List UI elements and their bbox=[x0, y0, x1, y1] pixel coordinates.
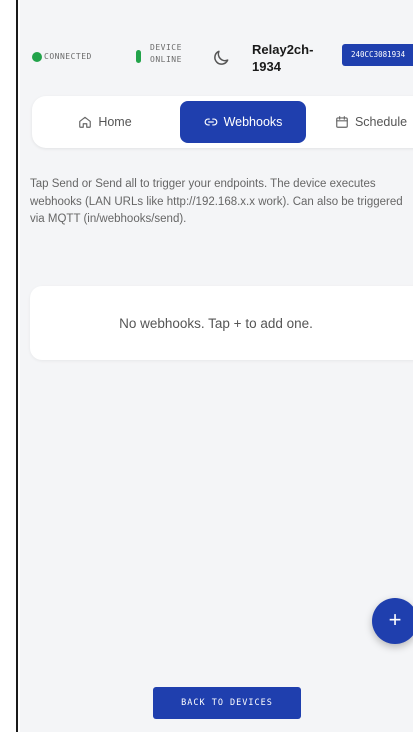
add-webhook-button[interactable]: + bbox=[372, 598, 413, 644]
device-frame: CONNECTED DEVICE ONLINE Relay2ch- 1934 2… bbox=[16, 0, 413, 732]
webhooks-description: Tap Send or Send all to trigger your end… bbox=[30, 178, 403, 225]
back-to-devices-button[interactable]: BACK TO DEVICES bbox=[153, 687, 301, 719]
app-screen: CONNECTED DEVICE ONLINE Relay2ch- 1934 2… bbox=[20, 0, 413, 732]
plus-icon: + bbox=[388, 607, 402, 632]
device-id-badge: 240CC3081934 bbox=[342, 44, 413, 66]
device-name: Relay2ch- 1934 bbox=[252, 41, 322, 75]
tab-webhooks-label: Webhooks bbox=[223, 115, 283, 129]
tab-schedule-label: Schedule bbox=[354, 115, 408, 129]
device-online-indicator-icon bbox=[136, 50, 141, 63]
home-icon bbox=[79, 116, 92, 128]
empty-state-text: No webhooks. Tap + to add one. bbox=[119, 315, 313, 331]
connected-label: CONNECTED bbox=[44, 52, 92, 61]
tab-home-label: Home bbox=[98, 115, 132, 129]
empty-state-card: No webhooks. Tap + to add one. bbox=[30, 286, 413, 360]
device-name-line2: 1934 bbox=[252, 59, 281, 74]
tab-home[interactable]: Home bbox=[50, 101, 160, 143]
tab-schedule[interactable]: Schedule bbox=[316, 101, 413, 143]
status-header: CONNECTED DEVICE ONLINE Relay2ch- 1934 2… bbox=[20, 40, 413, 84]
device-name-line1: Relay2ch- bbox=[252, 42, 314, 57]
tab-bar: Home Webhooks Schedule bbox=[32, 96, 413, 148]
moon-icon[interactable] bbox=[211, 48, 231, 68]
device-online-line1: DEVICE bbox=[150, 43, 182, 52]
calendar-icon bbox=[336, 116, 348, 128]
connected-indicator-icon bbox=[32, 52, 42, 62]
device-online-label: DEVICE ONLINE bbox=[150, 42, 210, 66]
device-online-line2: ONLINE bbox=[150, 55, 182, 64]
tab-webhooks[interactable]: Webhooks bbox=[180, 101, 306, 143]
link-icon bbox=[204, 118, 217, 126]
